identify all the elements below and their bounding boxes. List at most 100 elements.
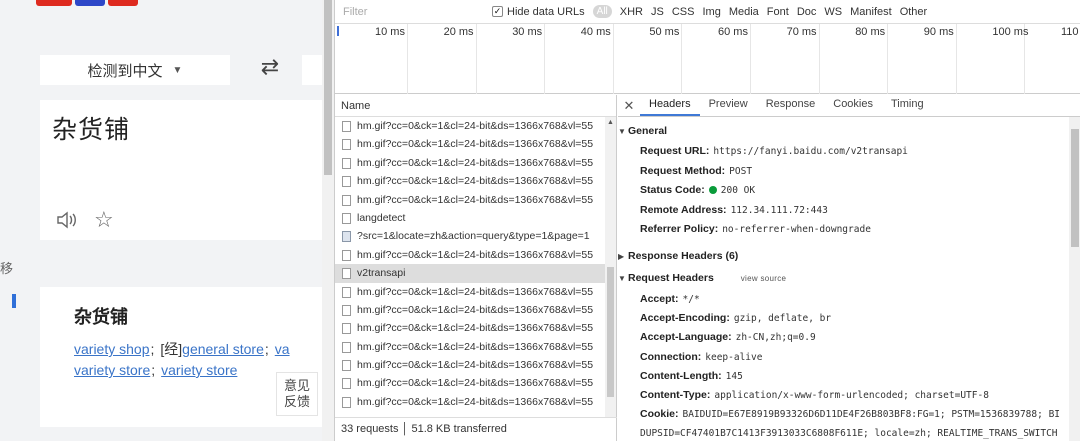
- request-row[interactable]: hm.gif?cc=0&ck=1&cl=24-bit&ds=1366x768&v…: [335, 154, 616, 172]
- header-value[interactable]: no-referrer-when-downgrade: [722, 224, 871, 235]
- request-headers-section-header[interactable]: ▼ Request Headers view source: [618, 272, 786, 284]
- request-row[interactable]: langdetect: [335, 209, 616, 227]
- meaning-separator: ;: [151, 362, 156, 378]
- header-value[interactable]: */*: [683, 294, 700, 305]
- header-value[interactable]: POST: [729, 166, 752, 177]
- source-language-select[interactable]: 检测到中文 ▼: [40, 55, 230, 85]
- timeline-gridline: [475, 24, 477, 94]
- meaning-link[interactable]: va: [275, 341, 290, 357]
- tab-response[interactable]: Response: [757, 94, 825, 116]
- header-value[interactable]: 112.34.111.72:443: [731, 205, 828, 216]
- header-key: Request URL:: [640, 145, 710, 157]
- timeline-gridline: [750, 24, 751, 94]
- header-value[interactable]: keep-alive: [705, 352, 762, 363]
- side-indicator: [12, 294, 16, 308]
- request-row[interactable]: hm.gif?cc=0&ck=1&cl=24-bit&ds=1366x768&v…: [335, 172, 616, 190]
- request-list: Name hm.gif?cc=0&ck=1&cl=24-bit&ds=1366x…: [335, 95, 617, 441]
- header-row: Request URL: https://fanyi.baidu.com/v2tr…: [640, 145, 908, 157]
- tab-cookies[interactable]: Cookies: [824, 94, 882, 116]
- page-scrollbar[interactable]: [322, 0, 334, 441]
- request-row[interactable]: hm.gif?cc=0&ck=1&cl=24-bit&ds=1366x768&v…: [335, 393, 616, 411]
- feedback-label-2: 反馈: [283, 394, 310, 409]
- header-value[interactable]: https://fanyi.baidu.com/v2transapi: [713, 146, 907, 157]
- filter-type-css[interactable]: CSS: [672, 6, 695, 18]
- timeline-tick-label: 110: [1061, 26, 1079, 38]
- header-value[interactable]: 145: [726, 371, 743, 382]
- filter-type-doc[interactable]: Doc: [797, 6, 817, 18]
- hide-data-urls-checkbox[interactable]: ✓ Hide data URLs: [492, 6, 585, 18]
- filter-type-js[interactable]: JS: [651, 6, 664, 18]
- filter-all[interactable]: All: [592, 5, 612, 18]
- meaning-link[interactable]: variety store: [74, 362, 150, 378]
- general-section-header[interactable]: ▼ General: [618, 125, 667, 137]
- header-value[interactable]: application/x-www-form-urlencoded; chars…: [714, 390, 989, 401]
- request-row[interactable]: hm.gif?cc=0&ck=1&cl=24-bit&ds=1366x768&v…: [335, 246, 616, 264]
- side-label: 移: [0, 261, 14, 276]
- scroll-up-icon[interactable]: ▲: [607, 119, 614, 126]
- request-row[interactable]: hm.gif?cc=0&ck=1&cl=24-bit&ds=1366x768&v…: [335, 117, 616, 135]
- tab-preview[interactable]: Preview: [700, 94, 757, 116]
- filter-type-ws[interactable]: WS: [824, 6, 842, 18]
- scrollbar-thumb[interactable]: [324, 0, 332, 175]
- request-row[interactable]: hm.gif?cc=0&ck=1&cl=24-bit&ds=1366x768&v…: [335, 338, 616, 356]
- source-text-box[interactable]: 杂货铺 ☆: [40, 100, 322, 240]
- timeline-tick-label: 40 ms: [580, 26, 611, 38]
- filter-type-font[interactable]: Font: [767, 6, 789, 18]
- meaning-link[interactable]: variety store: [161, 362, 237, 378]
- header-value[interactable]: BAIDUID=E67E8919B93326D6D11DE4F26B803BF8…: [683, 409, 1061, 420]
- swap-languages-icon[interactable]: ⇄: [255, 54, 285, 80]
- source-text[interactable]: 杂货铺: [52, 110, 130, 146]
- filter-type-other[interactable]: Other: [900, 6, 928, 18]
- request-name: hm.gif?cc=0&ck=1&cl=24-bit&ds=1366x768&v…: [357, 303, 594, 316]
- scrollbar-thumb[interactable]: [607, 267, 614, 397]
- speaker-icon[interactable]: [56, 210, 78, 230]
- meaning-link[interactable]: variety shop: [74, 341, 149, 357]
- target-language-select[interactable]: [302, 55, 322, 85]
- request-name: hm.gif?cc=0&ck=1&cl=24-bit&ds=1366x768&v…: [357, 285, 594, 298]
- filter-type-media[interactable]: Media: [729, 6, 759, 18]
- details-scrollbar[interactable]: [1069, 117, 1080, 441]
- name-column-header[interactable]: Name: [335, 95, 616, 117]
- filter-type-manifest[interactable]: Manifest: [850, 6, 892, 18]
- meaning-link[interactable]: general store: [182, 341, 264, 357]
- header-key: Cookie:: [640, 408, 679, 421]
- request-row[interactable]: hm.gif?cc=0&ck=1&cl=24-bit&ds=1366x768&v…: [335, 301, 616, 319]
- header-row: Content-Length: 145: [640, 370, 743, 382]
- document-file-icon: [342, 249, 351, 261]
- request-row[interactable]: hm.gif?cc=0&ck=1&cl=24-bit&ds=1366x768&v…: [335, 319, 616, 337]
- request-row[interactable]: hm.gif?cc=0&ck=1&cl=24-bit&ds=1366x768&v…: [335, 283, 616, 301]
- request-row[interactable]: hm.gif?cc=0&ck=1&cl=24-bit&ds=1366x768&v…: [335, 374, 616, 392]
- filter-type-xhr[interactable]: XHR: [620, 6, 643, 18]
- view-source-link[interactable]: view source: [741, 274, 787, 283]
- request-row[interactable]: ?src=1&locate=zh&action=query&type=1&pag…: [335, 227, 616, 245]
- collapse-triangle-icon: ▶: [618, 252, 625, 261]
- document-file-icon: [342, 323, 351, 335]
- image-file-icon: [342, 231, 351, 243]
- request-row[interactable]: hm.gif?cc=0&ck=1&cl=24-bit&ds=1366x768&v…: [335, 356, 616, 374]
- request-name: hm.gif?cc=0&ck=1&cl=24-bit&ds=1366x768&v…: [357, 138, 594, 151]
- document-file-icon: [342, 286, 351, 298]
- request-row[interactable]: v2transapi: [335, 264, 616, 283]
- header-value[interactable]: DUPSID=CF47401B7C1413F3913033C6808F611E;…: [640, 428, 1058, 439]
- header-value[interactable]: gzip, deflate, br: [734, 313, 831, 324]
- response-headers-section-header[interactable]: ▶ Response Headers (6): [618, 250, 738, 262]
- tab-headers[interactable]: Headers: [640, 94, 700, 116]
- filter-type-img[interactable]: Img: [702, 6, 720, 18]
- document-file-icon: [342, 176, 351, 188]
- scrollbar-thumb[interactable]: [1071, 129, 1079, 247]
- tab-timing[interactable]: Timing: [882, 94, 933, 116]
- request-row[interactable]: hm.gif?cc=0&ck=1&cl=24-bit&ds=1366x768&v…: [335, 191, 616, 209]
- header-value[interactable]: 200 OK: [721, 185, 755, 196]
- timeline-overview[interactable]: 10 ms 20 ms 30 ms 40 ms 50 ms 60 ms 70 ms 80 ms…: [335, 24, 1080, 94]
- document-file-icon: [342, 121, 351, 132]
- request-list-scrollbar[interactable]: ▲: [605, 117, 616, 417]
- feedback-button[interactable]: 意见 反馈: [276, 372, 318, 416]
- header-value[interactable]: zh-CN,zh;q=0.9: [736, 332, 816, 343]
- timeline-tick-label: 70 ms: [786, 26, 817, 38]
- close-icon[interactable]: ✕: [618, 95, 640, 116]
- document-file-icon: [342, 360, 351, 372]
- filter-input[interactable]: Filter: [335, 6, 480, 18]
- request-name: hm.gif?cc=0&ck=1&cl=24-bit&ds=1366x768&v…: [357, 395, 594, 408]
- request-row[interactable]: hm.gif?cc=0&ck=1&cl=24-bit&ds=1366x768&v…: [335, 135, 616, 153]
- star-icon[interactable]: ☆: [94, 207, 114, 233]
